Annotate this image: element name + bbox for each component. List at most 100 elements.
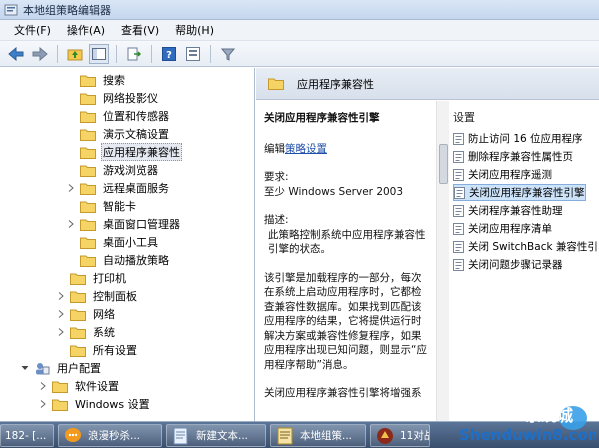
setting-row[interactable]: 关闭应用程序遥测 [453,166,552,183]
tree-item[interactable]: 所有设置 [56,341,139,359]
back-button[interactable] [6,44,26,64]
setting-row[interactable]: 防止访问 16 位应用程序 [453,130,583,147]
details-pane: 应用程序兼容性 关闭应用程序兼容性引擎 编辑策略设置 要求: 至少 Windows… [256,68,599,421]
taskbar-label: 11对战... [400,430,429,442]
expand-arrow-icon[interactable] [38,381,48,391]
notepad-icon [173,427,188,444]
settings-list: 设置 防止访问 16 位应用程序 删除程序兼容性属性页 关闭应用程序遥测 关闭应用程序… [451,101,599,421]
menu-action[interactable]: 操作(A) [59,21,113,40]
taskbar-button[interactable]: 11对战... [370,424,430,447]
up-level-button[interactable] [65,44,85,64]
tree-item[interactable]: 网络投影仪 [66,89,160,107]
setting-row[interactable]: 关闭应用程序清单 [453,220,552,237]
details-header: 应用程序兼容性 [256,68,599,100]
svg-text:Shenduwin8.com: Shenduwin8.com [459,426,595,444]
game-icon [377,427,393,444]
tree-item[interactable]: 控制面板 [56,287,139,305]
description-scrollbar[interactable] [436,101,449,421]
taskbar-button[interactable]: 新建文本... [166,424,266,447]
title-bar: 本地组策略编辑器 [0,0,599,20]
folder-icon [80,111,96,123]
setting-row[interactable]: 删除程序兼容性属性页 [453,148,573,165]
menu-file[interactable]: 文件(F) [6,21,59,40]
taskbar-button[interactable]: 182- [... [0,424,54,447]
taskbar-label: 浪漫秒杀... [88,430,141,442]
tree-item[interactable]: 用户配置 [20,359,103,377]
folder-icon [70,309,86,321]
scrollbar-thumb[interactable] [439,144,448,184]
tree-item[interactable]: 桌面小工具 [66,233,160,251]
edit-line: 编辑策略设置 [264,142,430,157]
expand-arrow-icon[interactable] [38,399,48,409]
tree-item[interactable]: 搜索 [66,71,127,89]
help-button[interactable]: ? [159,44,179,64]
taskbar-label: 本地组策... [300,430,353,442]
setting-row[interactable]: 关闭问题步骤记录器 [453,256,563,273]
expanded-arrow-icon[interactable] [20,363,30,373]
tree-item[interactable]: 远程桌面服务 [66,179,171,197]
setting-label: 关闭应用程序清单 [468,223,552,235]
tree-item[interactable]: 桌面窗口管理器 [66,215,182,233]
tree-item[interactable]: 网络 [56,305,117,323]
expand-arrow-icon[interactable] [56,309,66,319]
folder-icon [80,165,96,177]
expand-arrow-icon[interactable] [66,219,76,229]
window-title: 本地组策略编辑器 [23,3,111,17]
tree-item[interactable]: Windows 设置 [38,395,152,413]
export-list-button[interactable] [124,44,144,64]
tree-item-label: 桌面小工具 [103,236,158,249]
expand-arrow-icon[interactable] [66,183,76,193]
taskbar-button[interactable]: 浪漫秒杀... [58,424,162,447]
filter-icon [221,48,235,61]
properties-button[interactable] [183,44,203,64]
taskbar: 11对战... 本地组策... 新建文本... 浪漫秒杀... 182- [... 系统… [0,406,599,448]
taskbar-button[interactable]: 本地组策... [270,424,366,447]
folder-icon [70,345,86,357]
toolbar-separator [151,44,152,63]
help-icon: ? [162,46,176,61]
policy-setting-icon [453,150,464,163]
folder-icon [80,201,96,213]
folder-icon [80,93,96,105]
setting-label: 删除程序兼容性属性页 [468,151,573,163]
menu-help[interactable]: 帮助(H) [167,21,222,40]
tree-item[interactable]: 系统 [56,323,117,341]
show-tree-button[interactable] [89,43,109,64]
export-icon [127,47,141,60]
policy-editor-icon [4,4,18,15]
tree-item[interactable]: 应用程序兼容性 [66,143,182,161]
tree-item-label: 远程桌面服务 [103,182,169,195]
folder-icon [70,327,86,339]
tree-item[interactable]: 智能卡 [66,197,138,215]
setting-row[interactable]: 关闭程序兼容性助理 [453,202,563,219]
description-label: 描述: [264,214,289,226]
tree-item[interactable]: 位置和传感器 [66,107,171,125]
tree-item-label: 智能卡 [103,200,136,213]
filter-button[interactable] [218,44,238,64]
tree-item[interactable]: 打印机 [56,269,128,287]
setting-row[interactable]: 关闭 SwitchBack 兼容性引 [453,238,598,255]
tree-item[interactable]: 演示文稿设置 [66,125,171,143]
expand-arrow-icon[interactable] [56,291,66,301]
forward-button[interactable] [30,44,50,64]
settings-column-header[interactable]: 设置 [453,109,475,125]
policy-setting-icon [453,222,464,235]
policy-setting-icon [453,204,464,217]
setting-row[interactable]: 关闭应用程序兼容性引擎 [453,184,586,201]
expand-arrow-icon[interactable] [56,327,66,337]
tree-item-label: 游戏浏览器 [103,164,158,177]
tree-item[interactable]: 软件设置 [38,377,121,395]
folder-icon [80,183,96,195]
tree-item[interactable]: 自动播放策略 [66,251,171,269]
edit-policy-link[interactable]: 策略设置 [285,143,327,155]
menu-view[interactable]: 查看(V) [113,21,167,40]
tree-item[interactable]: 游戏浏览器 [66,161,160,179]
